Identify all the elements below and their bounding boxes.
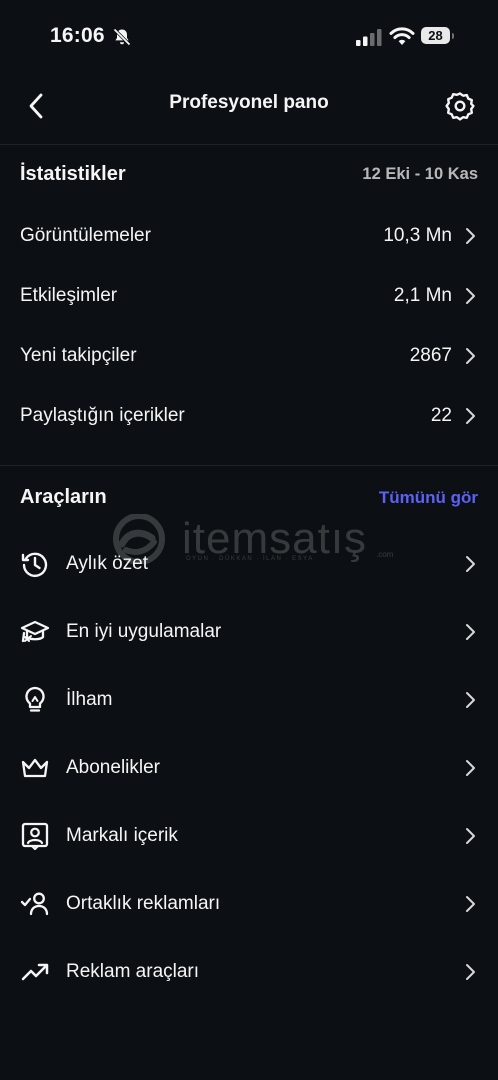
tool-label: En iyi uygulamalar	[66, 621, 222, 642]
stats-title: İstatistikler	[20, 163, 126, 185]
tool-item-subscriptions[interactable]: Abonelikler	[20, 734, 476, 802]
tool-label: Aylık özet	[66, 553, 149, 574]
lightbulb-icon	[20, 685, 50, 715]
id-badge-icon	[20, 821, 50, 851]
cellular-signal-icon	[356, 29, 382, 46]
stat-label: Etkileşimler	[20, 285, 118, 306]
date-range: 12 Eki - 10 Kas	[362, 165, 478, 183]
chevron-right-icon	[466, 556, 475, 572]
stat-row-shared-content[interactable]: Paylaştığın içerikler 22	[20, 386, 476, 446]
tool-item-partnership-ads[interactable]: Ortaklık reklamları	[20, 870, 476, 938]
top-app-bar: Profesyonel pano	[0, 72, 498, 145]
page-title: Profesyonel pano	[169, 92, 329, 113]
stat-value: 2867	[409, 345, 452, 366]
tools-section-header: Araçların Tümünü gör	[20, 486, 478, 509]
stats-section-header: İstatistikler 12 Eki - 10 Kas	[20, 163, 478, 186]
history-icon	[20, 549, 50, 579]
chevron-right-icon	[466, 828, 475, 844]
section-divider	[0, 465, 498, 466]
stat-row-views[interactable]: Görüntülemeler 10,3 Mn	[20, 206, 476, 266]
stat-value: 22	[430, 405, 452, 426]
see-all-link[interactable]: Tümünü gör	[379, 488, 478, 508]
stat-row-new-followers[interactable]: Yeni takipçiler 2867	[20, 326, 476, 386]
settings-button[interactable]	[440, 86, 480, 126]
stat-value: 10,3 Mn	[383, 225, 452, 246]
stat-value: 2,1 Mn	[393, 285, 452, 306]
wifi-icon	[389, 27, 415, 45]
stat-row-interactions[interactable]: Etkileşimler 2,1 Mn	[20, 266, 476, 326]
gear-icon	[445, 92, 475, 121]
chevron-right-icon	[466, 228, 475, 244]
chevron-right-icon	[466, 348, 475, 364]
tool-item-ad-tools[interactable]: Reklam araçları	[20, 938, 476, 1006]
chevron-right-icon	[466, 408, 475, 424]
chevron-right-icon	[466, 692, 475, 708]
chevron-right-icon	[466, 896, 475, 912]
tools-title: Araçların	[20, 486, 107, 508]
tool-label: Reklam araçları	[66, 961, 200, 982]
battery-icon: 28	[421, 27, 455, 46]
stat-label: Görüntülemeler	[20, 225, 151, 246]
tool-label: Markalı içerik	[66, 825, 178, 846]
graduation-cap-icon	[20, 617, 50, 647]
bottom-mask	[0, 1030, 498, 1080]
tool-item-inspiration[interactable]: İlham	[20, 666, 476, 734]
bell-off-icon	[113, 28, 131, 46]
status-time: 16:06	[50, 24, 105, 47]
crown-icon	[20, 753, 50, 783]
battery-level: 28	[421, 27, 450, 44]
chevron-right-icon	[466, 288, 475, 304]
tool-item-best-practices[interactable]: En iyi uygulamalar	[20, 598, 476, 666]
tool-item-monthly-summary[interactable]: Aylık özet	[20, 530, 476, 598]
chevron-right-icon	[466, 760, 475, 776]
chevron-right-icon	[466, 964, 475, 980]
chevron-right-icon	[466, 624, 475, 640]
status-bar: 16:06 28	[0, 0, 498, 72]
tool-item-branded-content[interactable]: Markalı içerik	[20, 802, 476, 870]
tool-label: Abonelikler	[66, 757, 160, 778]
tool-label: Ortaklık reklamları	[66, 893, 221, 914]
trending-up-icon	[20, 957, 50, 987]
user-check-icon	[20, 889, 50, 919]
stat-label: Paylaştığın içerikler	[20, 405, 185, 426]
tool-label: İlham	[66, 689, 113, 710]
stat-label: Yeni takipçiler	[20, 345, 137, 366]
